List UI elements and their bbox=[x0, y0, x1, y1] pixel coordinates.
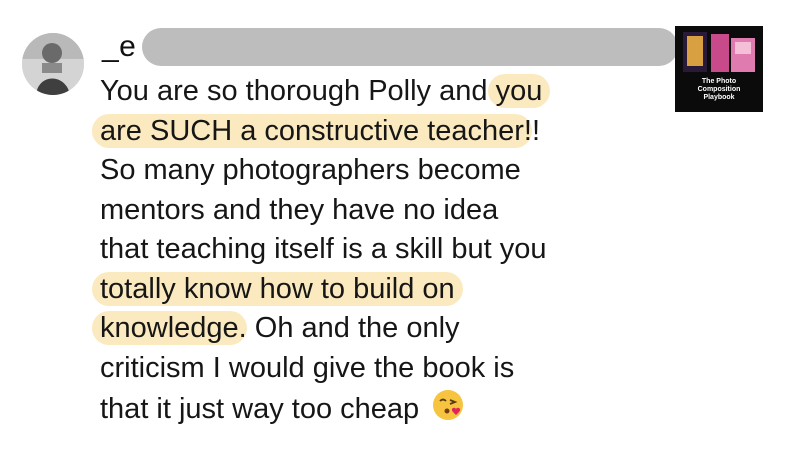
book-thumbnail[interactable]: The Photo Composition Playbook bbox=[675, 26, 763, 112]
highlighted-text: you bbox=[487, 74, 551, 108]
comment-text-span: . Oh and the only bbox=[238, 312, 460, 344]
highlighted-text: are SUCH a constructive teacher bbox=[92, 113, 532, 148]
comment-line: totally know how to build on bbox=[88, 270, 608, 310]
comment-text-span: So many photographers become bbox=[100, 154, 521, 186]
comment-line: that teaching itself is a skill but you bbox=[88, 230, 608, 270]
book-thumbnail-title: The Photo Composition Playbook bbox=[697, 78, 741, 101]
comment-line: that it just way too cheap bbox=[88, 388, 608, 430]
comment-line: are SUCH a constructive teacher!! bbox=[88, 112, 608, 152]
comment-text-span: !! bbox=[523, 114, 541, 147]
face-blowing-a-kiss-icon bbox=[433, 390, 464, 420]
username[interactable]: _e bbox=[102, 30, 136, 64]
comment-text-span: that it just way too cheap bbox=[100, 393, 428, 425]
highlighted-text: totally know how to build on bbox=[92, 271, 463, 306]
highlighted-text: knowledge bbox=[92, 311, 247, 345]
comment-line: So many photographers become bbox=[88, 151, 608, 191]
book-cover-art-icon bbox=[683, 32, 755, 72]
comment-text-span: criticism I would give the book is bbox=[100, 351, 515, 384]
avatar[interactable] bbox=[22, 33, 84, 95]
comment-line: knowledge. Oh and the only bbox=[88, 309, 608, 349]
comment-text-span: You are so thorough Polly and bbox=[100, 75, 496, 107]
username-redaction bbox=[142, 28, 678, 66]
comment-line: mentors and they have no idea bbox=[88, 191, 608, 231]
comment-line: You are so thorough Polly and you bbox=[88, 72, 608, 112]
username-row: _e bbox=[102, 26, 678, 70]
comment-text: You are so thorough Polly and you are SUC… bbox=[88, 72, 608, 430]
comment-line: criticism I would give the book is bbox=[88, 349, 608, 389]
comment-text-span: that teaching itself is a skill but you bbox=[100, 233, 547, 265]
comment-text-span: mentors and they have no idea bbox=[100, 193, 499, 226]
